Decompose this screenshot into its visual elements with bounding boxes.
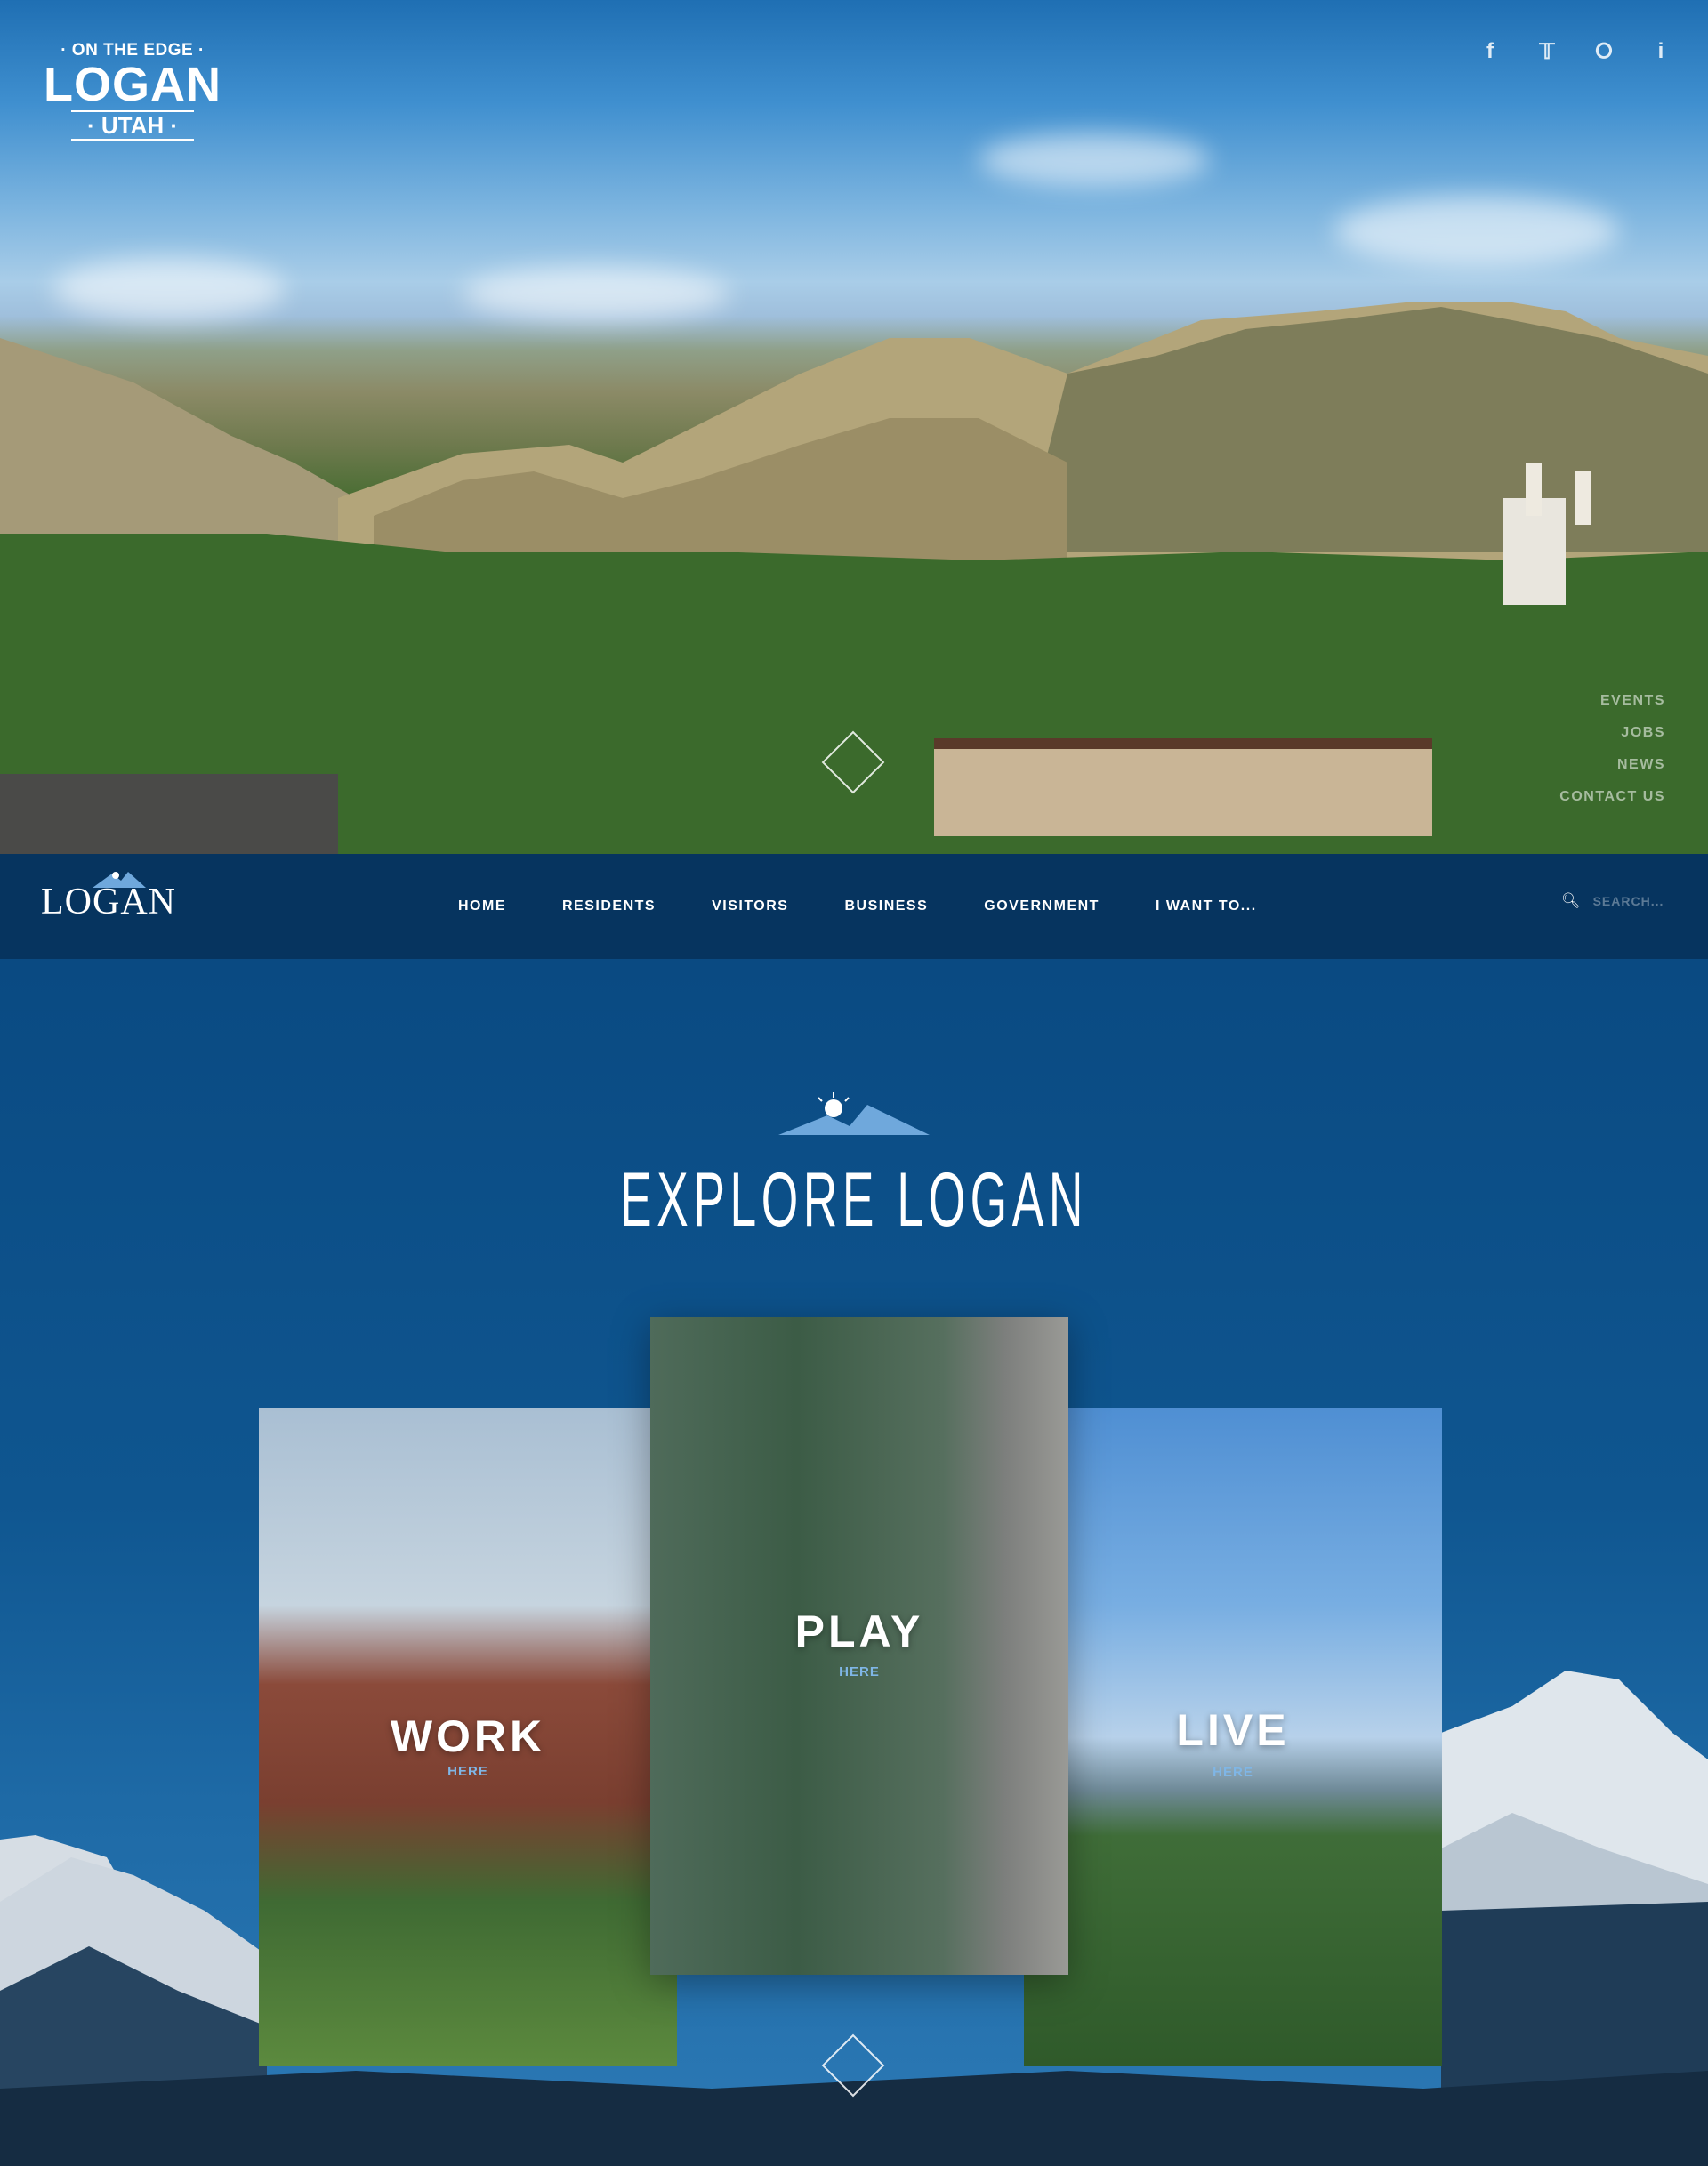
logo-name: LOGAN: [44, 58, 222, 111]
search-input[interactable]: [1592, 894, 1691, 908]
main-navigation: LOGAN HOME RESIDENTS VISITORS BUSINESS G…: [0, 854, 1708, 959]
card-live-cta[interactable]: HERE: [1024, 1765, 1442, 1780]
card-work-cta[interactable]: HERE: [259, 1764, 677, 1779]
mountain-landscape: [0, 302, 1708, 854]
info-icon[interactable]: i: [1649, 39, 1672, 65]
facebook-icon[interactable]: f: [1478, 39, 1502, 65]
nav-item-home[interactable]: HOME: [458, 898, 506, 914]
nav-item-visitors[interactable]: VISITORS: [712, 898, 788, 914]
nav-item-government[interactable]: GOVERNMENT: [984, 898, 1100, 914]
site-logo[interactable]: · ON THE EDGE · LOGAN · UTAH ·: [39, 41, 226, 141]
hero-banner: · ON THE EDGE · LOGAN · UTAH · f 𝕋 ⭘ i E…: [0, 0, 1708, 854]
card-play-label: PLAY: [794, 1606, 924, 1656]
quick-link-news[interactable]: NEWS: [1559, 749, 1665, 781]
nav-item-business[interactable]: BUSINESS: [844, 898, 928, 914]
rss-icon[interactable]: ⭘: [1592, 39, 1615, 65]
quick-link-contact[interactable]: CONTACT US: [1559, 781, 1665, 813]
explore-section: EXPLORE LOGAN WORK HERE LIVE HERE PLAY H…: [0, 959, 1708, 2166]
explore-title: EXPLORE LOGAN: [620, 1157, 1088, 1243]
nav-logo[interactable]: LOGAN: [41, 872, 176, 923]
card-play-cta[interactable]: HERE: [650, 1664, 1068, 1679]
search-box: 🔍︎: [1561, 892, 1691, 910]
card-live[interactable]: LIVE HERE: [1024, 1408, 1442, 2066]
card-work[interactable]: WORK HERE: [259, 1408, 677, 2066]
card-play[interactable]: PLAY HERE: [650, 1317, 1068, 1975]
nav-menu: HOME RESIDENTS VISITORS BUSINESS GOVERNM…: [458, 854, 1313, 959]
quick-link-events[interactable]: EVENTS: [1559, 685, 1665, 717]
search-icon[interactable]: 🔍︎: [1561, 892, 1581, 910]
nav-item-residents[interactable]: RESIDENTS: [562, 898, 656, 914]
mountain-emblem-icon: [778, 1092, 930, 1135]
card-live-label: LIVE: [1176, 1705, 1290, 1755]
quick-link-jobs[interactable]: JOBS: [1559, 717, 1665, 749]
social-links: f 𝕋 ⭘ i: [1478, 39, 1672, 65]
mountain-logo-icon: [93, 872, 146, 888]
nav-item-i-want-to[interactable]: I WANT TO...: [1156, 898, 1257, 914]
twitter-icon[interactable]: 𝕋: [1535, 39, 1559, 65]
quick-links: EVENTS JOBS NEWS CONTACT US: [1559, 685, 1665, 813]
card-work-label: WORK: [390, 1711, 546, 1761]
logo-state: · UTAH ·: [70, 110, 195, 141]
